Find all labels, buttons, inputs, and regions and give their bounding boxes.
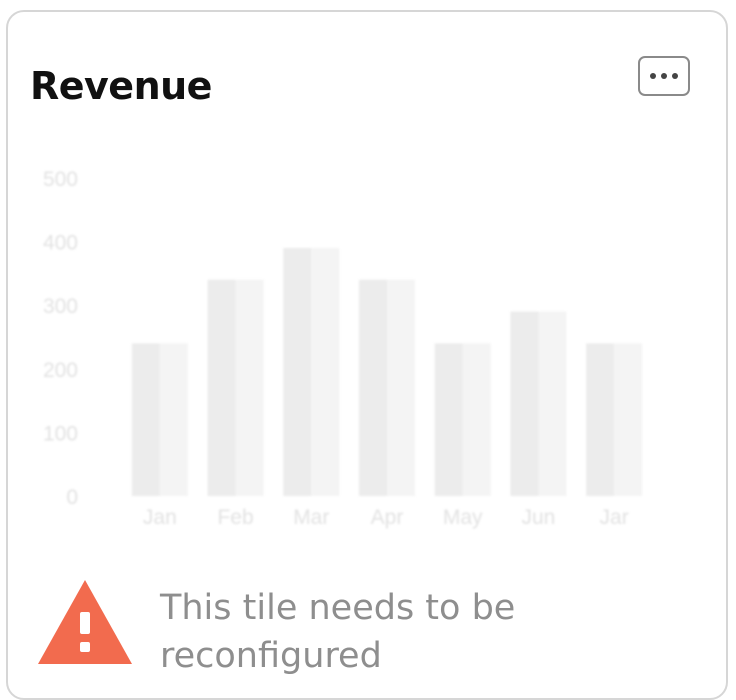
bar-left-half xyxy=(434,343,463,496)
warning-message: This tile needs to be reconfigured xyxy=(160,588,516,676)
bar xyxy=(207,279,264,496)
revenue-bar-chart: 0 100 200 300 400 500 Jan Feb Mar Apr May Jun Jar xyxy=(43,168,643,529)
bar-right-half xyxy=(311,247,340,496)
bar-left-half xyxy=(586,343,615,496)
bar-left-half xyxy=(359,279,387,496)
x-tick-label: Jan xyxy=(143,506,177,529)
reconfigure-warning: This tile needs to be reconfigured xyxy=(36,578,716,678)
bar xyxy=(131,343,188,496)
y-tick-label: 300 xyxy=(43,295,78,318)
bar xyxy=(434,343,491,496)
bar-left-half xyxy=(207,279,236,496)
bar-right-half xyxy=(538,311,567,496)
y-tick-label: 0 xyxy=(66,486,78,509)
y-tick-label: 200 xyxy=(43,359,78,382)
bar xyxy=(283,247,340,496)
x-tick-label: Apr xyxy=(371,506,404,529)
bar-right-half xyxy=(387,279,415,496)
warning-triangle-icon xyxy=(38,580,132,664)
revenue-tile: Revenue 0 100 200 300 400 500 Jan Feb Mar Apr May J… xyxy=(6,10,728,700)
x-tick-label: Jun xyxy=(521,506,555,529)
y-tick-label: 100 xyxy=(43,422,78,445)
y-tick-label: 500 xyxy=(43,168,78,191)
x-tick-label: Jar xyxy=(600,506,629,529)
bar xyxy=(510,311,567,496)
bar-right-half xyxy=(614,343,643,496)
bar-left-half xyxy=(510,311,539,496)
y-tick-label: 400 xyxy=(43,232,78,255)
bar-right-half xyxy=(462,343,491,496)
bar-right-half xyxy=(235,279,264,496)
bar-right-half xyxy=(159,343,188,496)
bar-left-half xyxy=(131,343,160,496)
bar xyxy=(586,343,643,496)
x-tick-label: May xyxy=(443,506,483,529)
x-tick-label: Feb xyxy=(217,506,253,529)
bar-left-half xyxy=(283,247,312,496)
x-tick-label: Mar xyxy=(293,506,329,529)
bar xyxy=(359,279,415,496)
